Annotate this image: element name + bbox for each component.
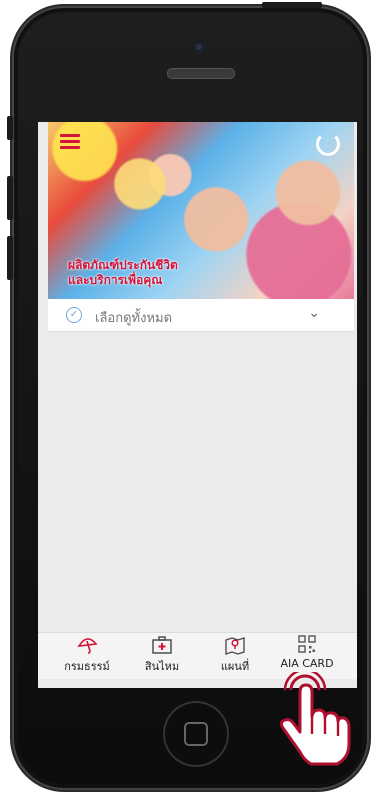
tab-policy[interactable]: กรมธรรม์ — [52, 635, 122, 675]
map-pin-icon — [225, 637, 245, 655]
tab-aia-card[interactable]: AIA CARD — [272, 635, 342, 670]
tab-policy-label: กรมธรรม์ — [64, 660, 110, 673]
volume-down-button — [7, 236, 13, 280]
home-button[interactable] — [163, 701, 229, 767]
banner-caption: ผลิตภัณฑ์ประกันชีวิต และบริการเพื่อคุณ — [68, 258, 178, 288]
check-circle-icon: ✓ — [66, 307, 82, 323]
power-button — [262, 2, 322, 8]
volume-up-button — [7, 176, 13, 220]
filter-label: เลือกดูทั้งหมด — [95, 311, 173, 326]
tab-claims-label: สินไหม — [144, 660, 180, 673]
medical-kit-icon — [152, 636, 172, 654]
tab-aia-card-label: AIA CARD — [280, 657, 334, 670]
tab-map-label: แผนที่ — [220, 660, 250, 673]
banner-caption-line2: และบริการเพื่อคุณ — [68, 273, 163, 287]
chevron-down-icon[interactable]: ⌄ — [308, 305, 320, 321]
earpiece-speaker — [167, 68, 235, 79]
tab-map[interactable]: แผนที่ — [200, 635, 270, 675]
promo-banner[interactable]: ผลิตภัณฑ์ประกันชีวิต และบริการเพื่อคุณ — [48, 122, 354, 299]
tap-hand-pointer-icon — [279, 672, 351, 766]
app-screen: ผลิตภัณฑ์ประกันชีวิต และบริการเพื่อคุณ ✓… — [38, 122, 357, 688]
tab-claims[interactable]: สินไหม — [127, 635, 197, 675]
refresh-icon[interactable] — [316, 132, 340, 156]
mute-switch — [7, 116, 13, 140]
umbrella-icon — [77, 638, 98, 654]
front-camera — [193, 41, 205, 53]
filter-dropdown[interactable]: ✓ เลือกดูทั้งหมด ⌄ — [48, 299, 354, 332]
banner-caption-line1: ผลิตภัณฑ์ประกันชีวิต — [68, 258, 178, 272]
hamburger-menu-icon[interactable] — [60, 134, 80, 152]
qr-code-icon — [298, 635, 316, 653]
